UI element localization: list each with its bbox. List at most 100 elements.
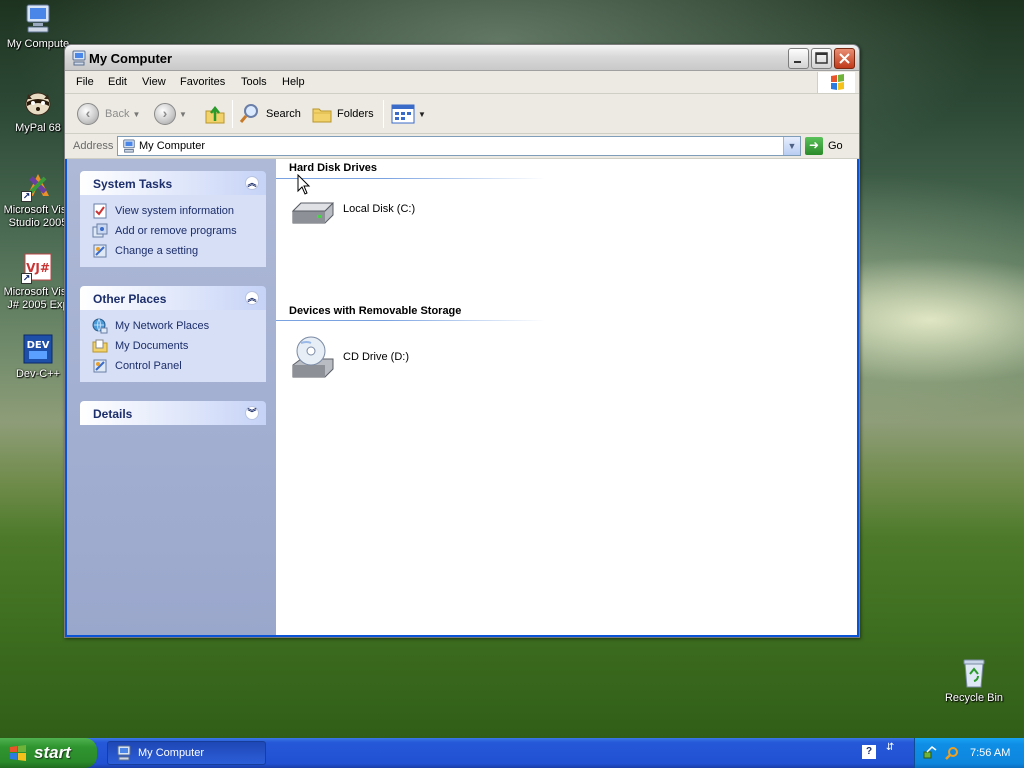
task-change-a-setting[interactable]: Change a setting	[92, 241, 266, 261]
minimize-button[interactable]	[788, 48, 809, 69]
task-pane: System Tasks ︽ View system information A…	[67, 159, 276, 635]
taskbar-item-label: My Computer	[138, 747, 205, 759]
system-tasks-panel: System Tasks ︽ View system information A…	[80, 171, 266, 267]
network-tray-icon[interactable]	[923, 746, 937, 760]
tray-expand-icon[interactable]: ⇵	[886, 743, 894, 753]
chevron-down-icon: ▼	[418, 109, 426, 119]
up-folder-button[interactable]	[204, 102, 226, 126]
chevron-down-icon: ▼	[787, 141, 797, 151]
place-my-network-places[interactable]: My Network Places	[92, 316, 266, 336]
group-title-hard-disk-drives: Hard Disk Drives	[289, 162, 378, 174]
desktop-icon-my-computer[interactable]: My Compute	[0, 2, 76, 51]
task-label: View system information	[115, 205, 235, 217]
place-my-documents[interactable]: My Documents	[92, 336, 266, 356]
expand-icon[interactable]: ︾	[245, 406, 259, 420]
views-button[interactable]: ▼	[391, 102, 426, 126]
computer-icon	[21, 2, 55, 36]
panel-header[interactable]: Other Places ︽	[80, 286, 266, 310]
task-view-system-information[interactable]: View system information	[92, 201, 266, 221]
close-button[interactable]	[834, 48, 855, 69]
search-label: Search	[266, 108, 301, 120]
group-divider	[276, 320, 546, 321]
menu-file[interactable]: File	[76, 76, 94, 88]
drive-label: CD Drive (D:)	[343, 351, 409, 363]
menu-bar: File Edit View Favorites Tools Help	[65, 71, 859, 94]
my-documents-icon	[92, 338, 108, 354]
address-label: Address	[73, 140, 114, 152]
task-label: Add or remove programs	[115, 225, 237, 237]
panel-title: Other Places	[93, 292, 167, 306]
maximize-icon	[815, 52, 828, 64]
network-places-icon	[92, 318, 108, 334]
chevron-down-icon: ▼	[132, 109, 141, 119]
search-tray-icon[interactable]	[945, 746, 959, 760]
add-remove-programs-icon	[92, 223, 108, 239]
other-places-panel: Other Places ︽ My Network Places My Docu…	[80, 286, 266, 382]
panel-body: My Network Places My Documents Control P…	[80, 310, 266, 382]
recycle-bin-icon	[957, 656, 991, 690]
folders-button[interactable]: Folders	[311, 102, 374, 126]
panel-title: Details	[93, 407, 133, 421]
vjsharp-icon: VJ# ↗	[21, 250, 55, 284]
minimize-icon	[794, 61, 801, 63]
address-bar: Address My Computer ▼ ➜ Go	[65, 134, 859, 159]
windows-logo-icon	[9, 744, 27, 762]
up-folder-icon	[205, 105, 225, 124]
system-tray: 7:56 AM	[914, 738, 1024, 768]
menu-edit[interactable]: Edit	[108, 76, 127, 88]
back-button[interactable]: ‹ Back ▼	[77, 102, 140, 126]
content-pane: Hard Disk Drives Local Disk (C:) Devices…	[276, 159, 857, 635]
drive-cd-drive-d[interactable]: CD Drive (D:)	[289, 333, 409, 381]
go-arrow-icon: ➜	[805, 137, 823, 155]
title-bar[interactable]: My Computer	[65, 45, 859, 71]
menu-help[interactable]: Help	[282, 76, 305, 88]
folders-icon	[312, 108, 332, 123]
menu-favorites[interactable]: Favorites	[180, 76, 225, 88]
menu-tools[interactable]: Tools	[241, 76, 267, 88]
svg-text:DEV: DEV	[27, 340, 50, 351]
details-panel: Details ︾	[80, 401, 266, 425]
go-label: Go	[828, 140, 843, 152]
desktop-icon-recycle-bin[interactable]: Recycle Bin	[936, 656, 1012, 705]
forward-button[interactable]: › ▼	[154, 102, 187, 126]
place-label: My Network Places	[115, 320, 210, 332]
panel-header[interactable]: Details ︾	[80, 401, 266, 425]
desktop-icon-label: Recycle Bin	[944, 692, 1004, 704]
collapse-icon[interactable]: ︽	[245, 176, 259, 190]
raccoon-icon	[21, 86, 55, 120]
cd-drive-icon	[289, 333, 337, 381]
help-icon[interactable]: ?	[862, 745, 876, 759]
menu-view[interactable]: View	[142, 76, 166, 88]
search-button[interactable]: Search	[238, 102, 301, 126]
task-add-remove-programs[interactable]: Add or remove programs	[92, 221, 266, 241]
place-label: My Documents	[115, 340, 189, 352]
taskbar-item-my-computer[interactable]: My Computer	[107, 741, 266, 765]
panel-title: System Tasks	[93, 177, 173, 191]
search-icon	[239, 104, 258, 123]
go-button[interactable]: ➜ Go	[805, 137, 843, 155]
visual-studio-icon: ↗	[21, 168, 55, 202]
collapse-icon[interactable]: ︽	[245, 291, 259, 305]
address-input[interactable]: My Computer ▼	[117, 136, 801, 156]
group-divider	[276, 178, 546, 179]
taskbar: start My Computer ? ⇵ 7:56 AM	[0, 738, 1024, 768]
panel-header[interactable]: System Tasks ︽	[80, 171, 266, 195]
place-control-panel[interactable]: Control Panel	[92, 356, 266, 376]
control-panel-icon	[92, 358, 108, 374]
back-arrow-icon: ‹	[77, 103, 99, 125]
windows-logo-icon	[817, 72, 855, 93]
start-button[interactable]: start	[0, 738, 97, 768]
address-dropdown-button[interactable]: ▼	[783, 137, 800, 155]
chevron-down-icon: ▼	[179, 109, 187, 119]
computer-icon	[122, 139, 136, 153]
window-title: My Computer	[89, 51, 173, 66]
maximize-button[interactable]	[811, 48, 832, 69]
address-value: My Computer	[139, 140, 206, 152]
control-panel-icon	[92, 243, 108, 259]
clock[interactable]: 7:56 AM	[970, 747, 1010, 759]
computer-icon	[71, 50, 87, 66]
panel-body: View system information Add or remove pr…	[80, 195, 266, 267]
toolbar-separator	[383, 100, 384, 128]
folders-label: Folders	[337, 108, 374, 120]
forward-arrow-icon: ›	[154, 103, 176, 125]
